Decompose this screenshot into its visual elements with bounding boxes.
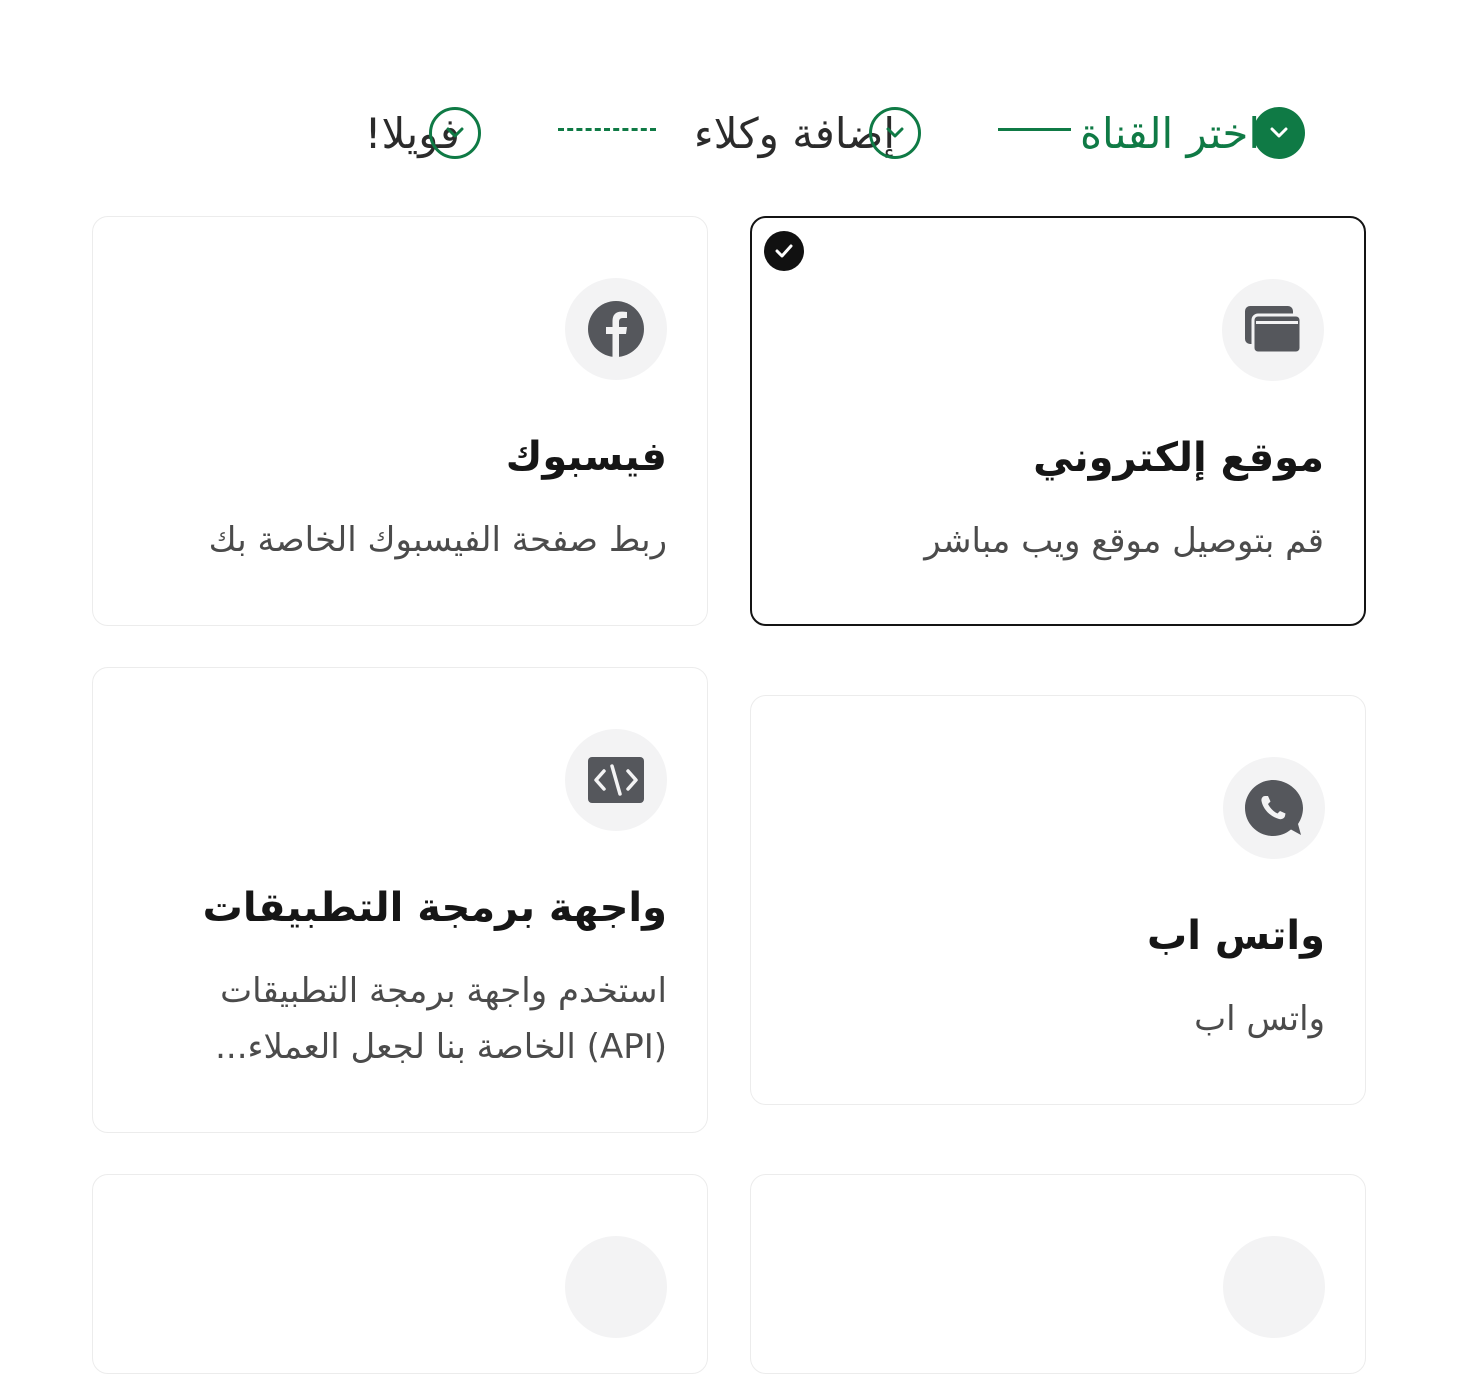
card-title: فيسبوك [505,434,667,480]
step-connector-dashed [558,128,656,131]
channel-icon-placeholder [565,1236,667,1338]
browser-windows-icon [1222,279,1324,381]
code-icon [565,729,667,831]
channel-card-whatsapp[interactable]: واتس اب واتس اب [750,695,1366,1105]
step-connector-solid [998,128,1071,131]
channel-card-facebook[interactable]: فيسبوك ربط صفحة الفيسبوك الخاصة بك [92,216,708,626]
step-1-label[interactable]: اختر القناة [1080,104,1260,164]
card-description: ربط صفحة الفيسبوك الخاصة بك [208,520,667,560]
step-1-chevron-down-icon[interactable] [1253,107,1305,159]
channel-setup-stepper: اختر القناة إضافة وكلاء فويلا! [0,0,1458,200]
step-2-label[interactable]: إضافة وكلاء [694,104,895,164]
facebook-icon [565,278,667,380]
channel-card-api[interactable]: واجهة برمجة التطبيقات استخدم واجهة برمجة… [92,667,708,1133]
card-title: واجهة برمجة التطبيقات [202,885,667,931]
channel-card-website[interactable]: موقع إلكتروني قم بتوصيل موقع ويب مباشر [750,216,1366,626]
card-description: قم بتوصيل موقع ويب مباشر [924,521,1324,561]
selected-check-icon [764,231,804,271]
card-title: واتس اب [1147,913,1325,959]
card-description: واتس اب [1194,999,1325,1039]
channel-card-partial-right[interactable] [750,1174,1366,1374]
card-description: استخدم واجهة برمجة التطبيقات (API) الخاص… [215,971,667,1067]
whatsapp-icon [1223,757,1325,859]
step-2-chevron-down-icon[interactable] [869,107,921,159]
channel-icon-placeholder [1223,1236,1325,1338]
channel-card-partial-left[interactable] [92,1174,708,1374]
step-3-chevron-down-icon[interactable] [429,107,481,159]
card-title: موقع إلكتروني [1033,435,1324,481]
